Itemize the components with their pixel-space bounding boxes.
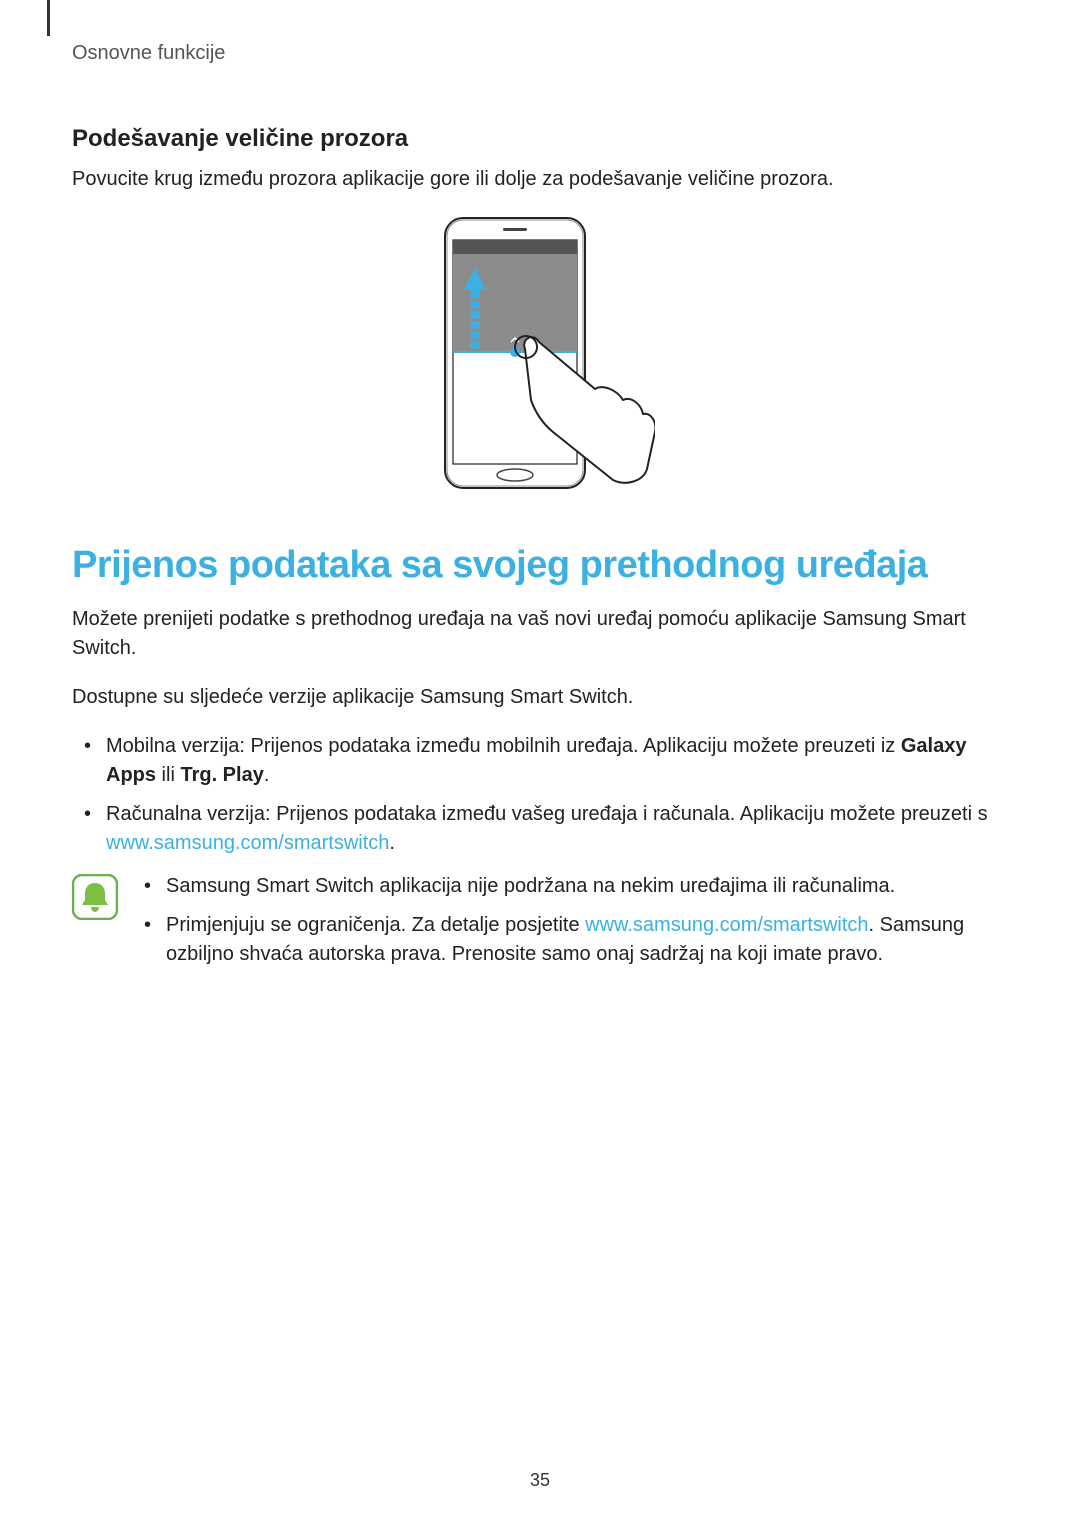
chapter-title: Osnovne funkcije bbox=[72, 42, 1008, 65]
page-content: Osnovne funkcije Podešavanje veličine pr… bbox=[0, 0, 1080, 979]
body-resize: Povucite krug između prozora aplikacije … bbox=[72, 165, 1008, 194]
note-restrictions: Primjenjuju se ograničenja. Za detalje p… bbox=[166, 911, 1008, 969]
bell-note-icon bbox=[72, 874, 118, 920]
link-smartswitch-1[interactable]: www.samsung.com/smartswitch bbox=[106, 832, 389, 854]
illustration-phone-gesture bbox=[72, 214, 1008, 494]
note-unsupported: Samsung Smart Switch aplikacija nije pod… bbox=[166, 872, 1008, 901]
page-number: 35 bbox=[0, 1470, 1080, 1491]
phone-drag-illustration-svg bbox=[425, 214, 655, 494]
note-bullet-list: Samsung Smart Switch aplikacija nije pod… bbox=[136, 872, 1008, 979]
bullet-desktop-version: Računalna verzija: Prijenos podataka izm… bbox=[106, 800, 1008, 858]
heading-transfer: Prijenos podataka sa svojeg prethodnog u… bbox=[72, 544, 1008, 587]
bullet-list-versions: Mobilna verzija: Prijenos podataka izmeđ… bbox=[72, 732, 1008, 858]
bullet-mobile-version: Mobilna verzija: Prijenos podataka izmeđ… bbox=[106, 732, 1008, 790]
subheading-resize: Podešavanje veličine prozora bbox=[72, 125, 1008, 153]
tab-mark bbox=[47, 0, 50, 36]
link-smartswitch-2[interactable]: www.samsung.com/smartswitch bbox=[585, 914, 868, 936]
body-transfer-2: Dostupne su sljedeće verzije aplikacije … bbox=[72, 683, 1008, 712]
body-transfer-1: Možete prenijeti podatke s prethodnog ur… bbox=[72, 605, 1008, 663]
note-block: Samsung Smart Switch aplikacija nije pod… bbox=[72, 872, 1008, 979]
